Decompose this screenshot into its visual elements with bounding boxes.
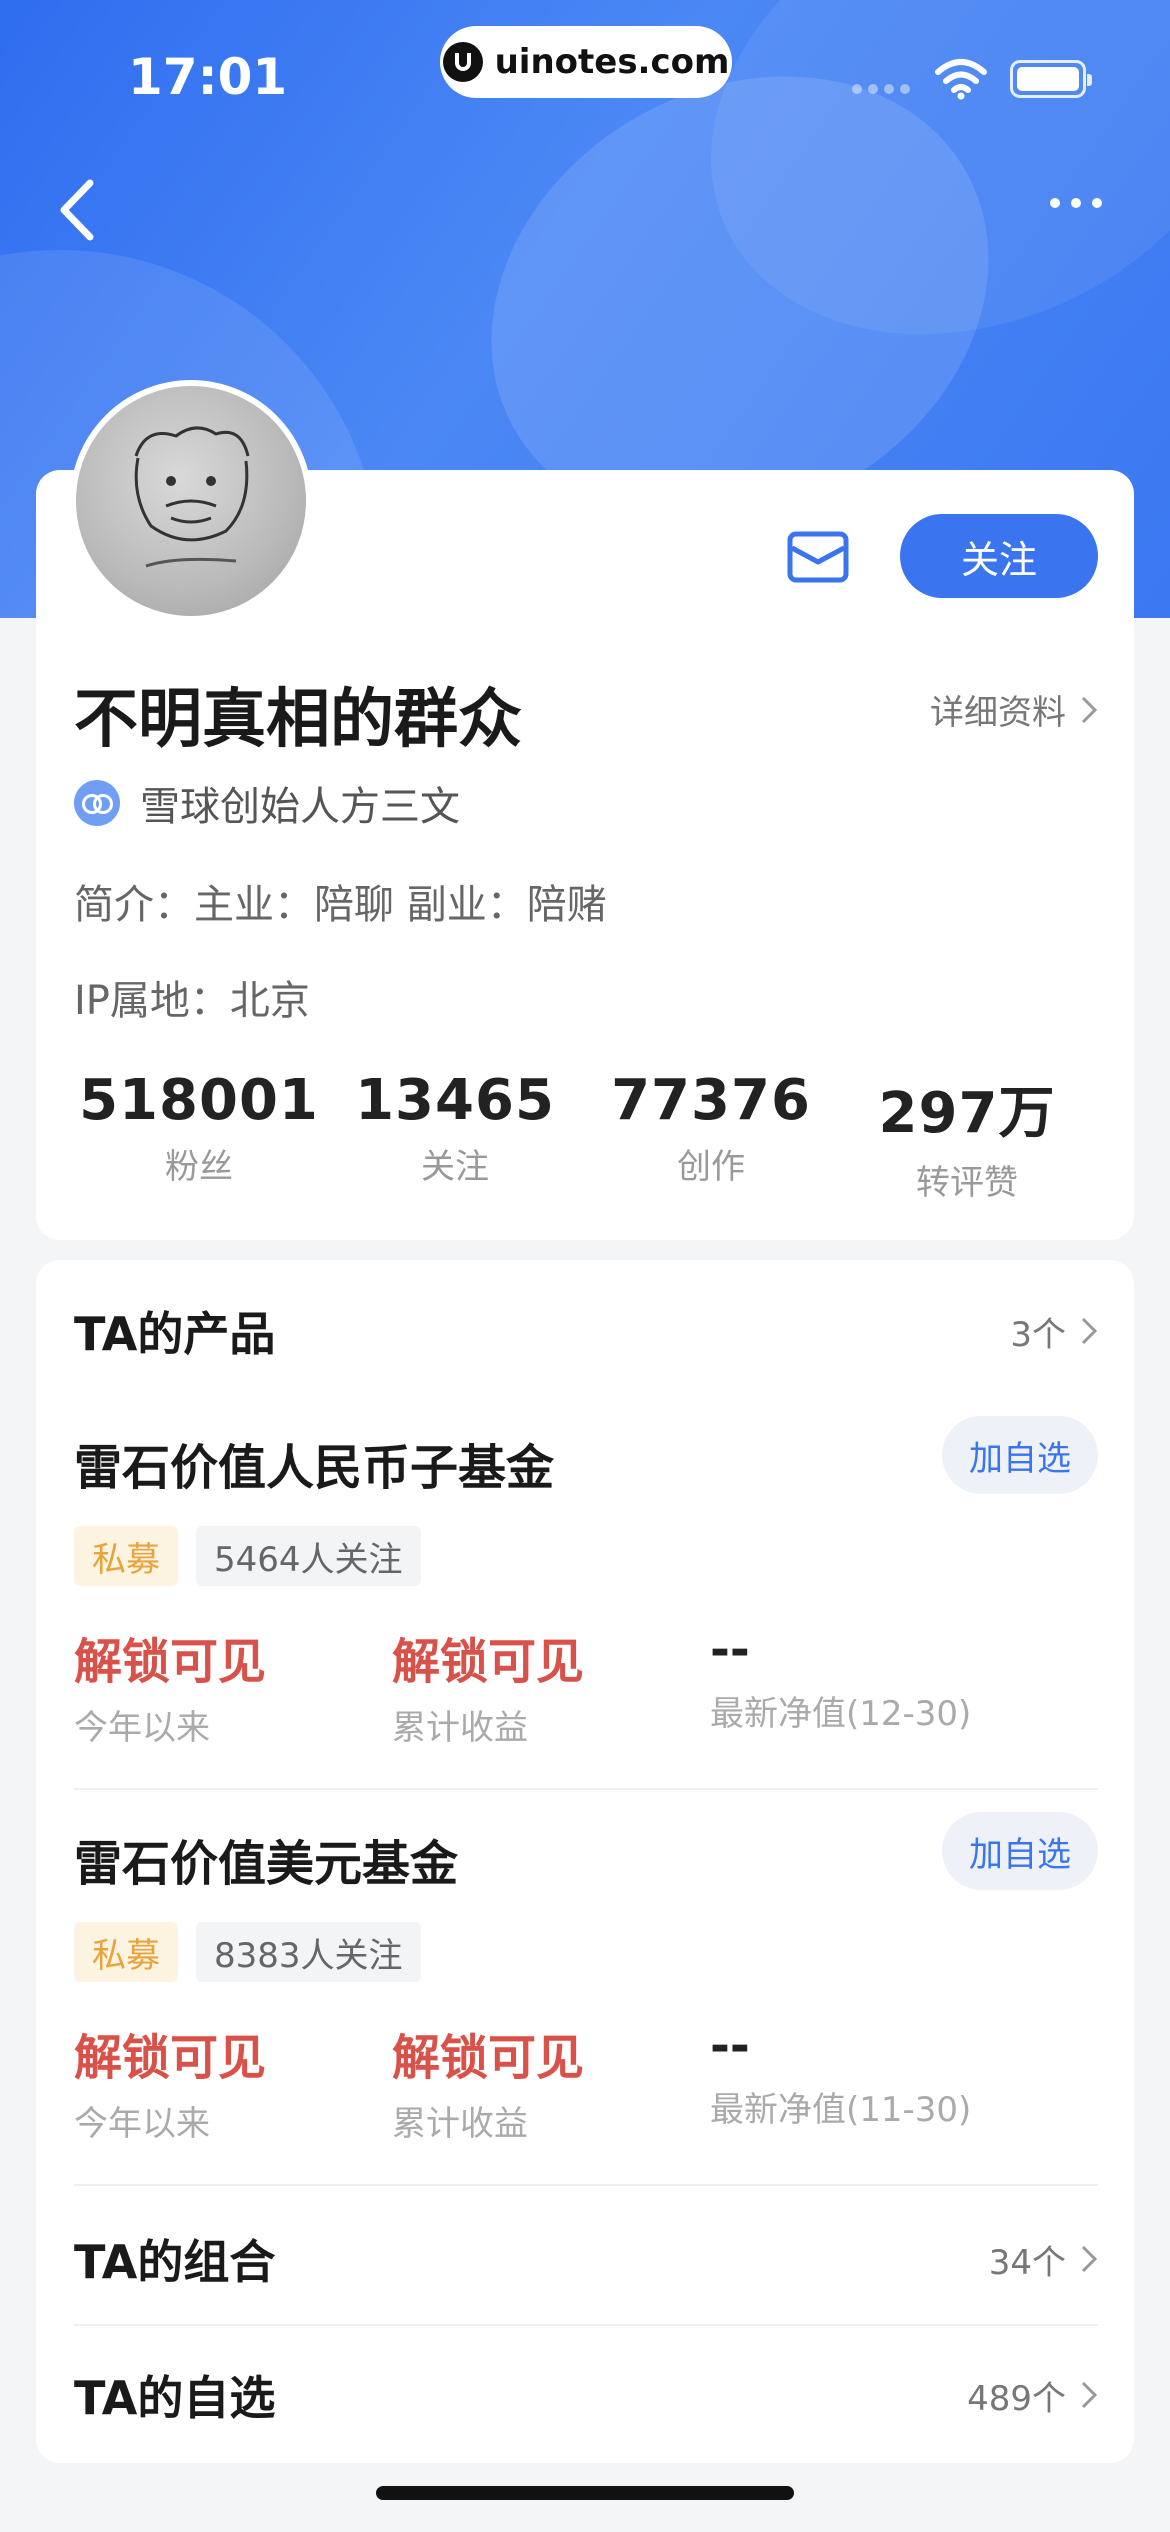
metric-label: 今年以来 bbox=[74, 1708, 210, 1748]
stat-followers[interactable]: 518001 粉丝 bbox=[71, 1068, 327, 1204]
metric-value: 解锁可见 bbox=[392, 2030, 585, 2086]
add-watchlist-button[interactable]: 加自选 bbox=[942, 1812, 1098, 1890]
portfolio-title: TA的组合 bbox=[74, 2235, 276, 2289]
follow-button[interactable]: 关注 bbox=[900, 514, 1098, 598]
metric-cumulative[interactable]: 解锁可见 累计收益 bbox=[392, 2018, 710, 2145]
chevron-right-icon bbox=[1081, 2381, 1098, 2409]
metric-label: 最新净值(11-30) bbox=[710, 2090, 972, 2130]
stat-label: 转评赞 bbox=[916, 1163, 1018, 1203]
metric-ytd[interactable]: 解锁可见 今年以来 bbox=[74, 2018, 392, 2145]
products-title: TA的产品 bbox=[74, 1307, 276, 1361]
username: 不明真相的群众 bbox=[74, 683, 522, 757]
metric-nav: -- 最新净值(12-30) bbox=[710, 1622, 1028, 1749]
more-dots-icon bbox=[1050, 198, 1060, 208]
metric-label: 累计收益 bbox=[392, 1708, 528, 1748]
metric-value: 解锁可见 bbox=[74, 2030, 267, 2086]
verification-row: 雪球创始人方三文 bbox=[74, 774, 460, 832]
fund-item[interactable]: 雷石价值美元基金 加自选 私募 8383人关注 解锁可见 今年以来 解锁可见 累… bbox=[74, 1812, 1098, 2145]
stat-label: 粉丝 bbox=[165, 1147, 233, 1187]
fund-metrics: 解锁可见 今年以来 解锁可见 累计收益 -- 最新净值(11-30) bbox=[74, 2018, 1098, 2145]
count-text: 3个 bbox=[1010, 1314, 1066, 1355]
site-badge: uinotes.com bbox=[440, 26, 732, 98]
chevron-right-icon bbox=[1081, 2245, 1098, 2273]
divider bbox=[74, 1788, 1098, 1790]
divider bbox=[74, 2184, 1098, 2186]
metric-value: -- bbox=[710, 1622, 750, 1678]
stat-value: 297万 bbox=[878, 1081, 1056, 1146]
stat-value: 518001 bbox=[79, 1068, 319, 1133]
private-fund-tag: 私募 bbox=[74, 1526, 178, 1586]
home-indicator bbox=[376, 2486, 794, 2500]
watchlist-row[interactable]: TA的自选 489个 bbox=[74, 2362, 1098, 2428]
count-text: 34个 bbox=[988, 2242, 1066, 2283]
ip-location: IP属地：北京 bbox=[74, 978, 310, 1024]
stat-value: 13465 bbox=[355, 1068, 555, 1133]
products-card: TA的产品 3个 雷石价值人民币子基金 加自选 私募 5464人关注 解锁可见 … bbox=[36, 1260, 1134, 2463]
chevron-left-icon bbox=[60, 179, 94, 241]
fund-tags: 私募 8383人关注 bbox=[74, 1922, 1098, 1982]
watchlist-count: 489个 bbox=[967, 2371, 1098, 2420]
fund-tags: 私募 5464人关注 bbox=[74, 1526, 1098, 1586]
divider bbox=[74, 2324, 1098, 2326]
metric-label: 累计收益 bbox=[392, 2104, 528, 2144]
avatar[interactable] bbox=[70, 380, 312, 622]
add-watchlist-button[interactable]: 加自选 bbox=[942, 1416, 1098, 1494]
site-logo-icon bbox=[442, 42, 483, 82]
followers-tag: 5464人关注 bbox=[196, 1526, 421, 1586]
portfolio-row[interactable]: TA的组合 34个 bbox=[74, 2226, 1098, 2292]
stat-label: 关注 bbox=[421, 1147, 489, 1187]
verified-badge-icon bbox=[74, 780, 120, 826]
back-button[interactable] bbox=[50, 175, 110, 245]
verification-text: 雪球创始人方三文 bbox=[140, 784, 460, 830]
metric-value: 解锁可见 bbox=[74, 1634, 267, 1690]
fund-item[interactable]: 雷石价值人民币子基金 加自选 私募 5464人关注 解锁可见 今年以来 解锁可见… bbox=[74, 1416, 1098, 1749]
metric-value: -- bbox=[710, 2018, 750, 2074]
detail-profile-label: 详细资料 bbox=[930, 693, 1066, 733]
chevron-right-icon bbox=[1081, 1317, 1098, 1345]
avatar-sketch-icon bbox=[134, 426, 250, 568]
private-fund-tag: 私募 bbox=[74, 1922, 178, 1982]
metric-value: 解锁可见 bbox=[392, 1634, 585, 1690]
stat-value: 77376 bbox=[611, 1068, 811, 1133]
wifi-icon bbox=[934, 58, 988, 104]
status-time: 17:01 bbox=[128, 48, 288, 106]
stat-label: 创作 bbox=[677, 1147, 745, 1187]
followers-tag: 8383人关注 bbox=[196, 1922, 421, 1982]
battery-icon bbox=[1010, 60, 1092, 98]
chevron-right-icon bbox=[1081, 696, 1098, 723]
more-button[interactable] bbox=[1050, 198, 1102, 208]
cellular-signal-icon bbox=[852, 84, 910, 94]
site-name: uinotes.com bbox=[494, 42, 730, 82]
detail-profile-link[interactable]: 详细资料 bbox=[930, 685, 1098, 734]
mail-icon bbox=[787, 531, 849, 583]
metric-cumulative[interactable]: 解锁可见 累计收益 bbox=[392, 1622, 710, 1749]
stats-row: 518001 粉丝 13465 关注 77376 创作 297万 转评赞 bbox=[36, 1068, 1134, 1204]
metric-ytd[interactable]: 解锁可见 今年以来 bbox=[74, 1622, 392, 1749]
count-text: 489个 bbox=[967, 2378, 1066, 2419]
fund-metrics: 解锁可见 今年以来 解锁可见 累计收益 -- 最新净值(12-30) bbox=[74, 1622, 1098, 1749]
metric-nav: -- 最新净值(11-30) bbox=[710, 2018, 1028, 2145]
stat-posts[interactable]: 77376 创作 bbox=[583, 1068, 839, 1204]
stat-following[interactable]: 13465 关注 bbox=[327, 1068, 583, 1204]
portfolio-count: 34个 bbox=[989, 2235, 1098, 2284]
stat-likes[interactable]: 297万 转评赞 bbox=[839, 1068, 1095, 1204]
watchlist-title: TA的自选 bbox=[74, 2371, 276, 2425]
metric-label: 最新净值(12-30) bbox=[710, 1694, 972, 1734]
products-count: 3个 bbox=[1010, 1307, 1098, 1356]
bio-text: 简介：主业：陪聊 副业：陪赌 bbox=[74, 882, 607, 928]
metric-label: 今年以来 bbox=[74, 2104, 210, 2144]
message-button[interactable] bbox=[772, 522, 864, 592]
products-header[interactable]: TA的产品 3个 bbox=[74, 1298, 1098, 1364]
